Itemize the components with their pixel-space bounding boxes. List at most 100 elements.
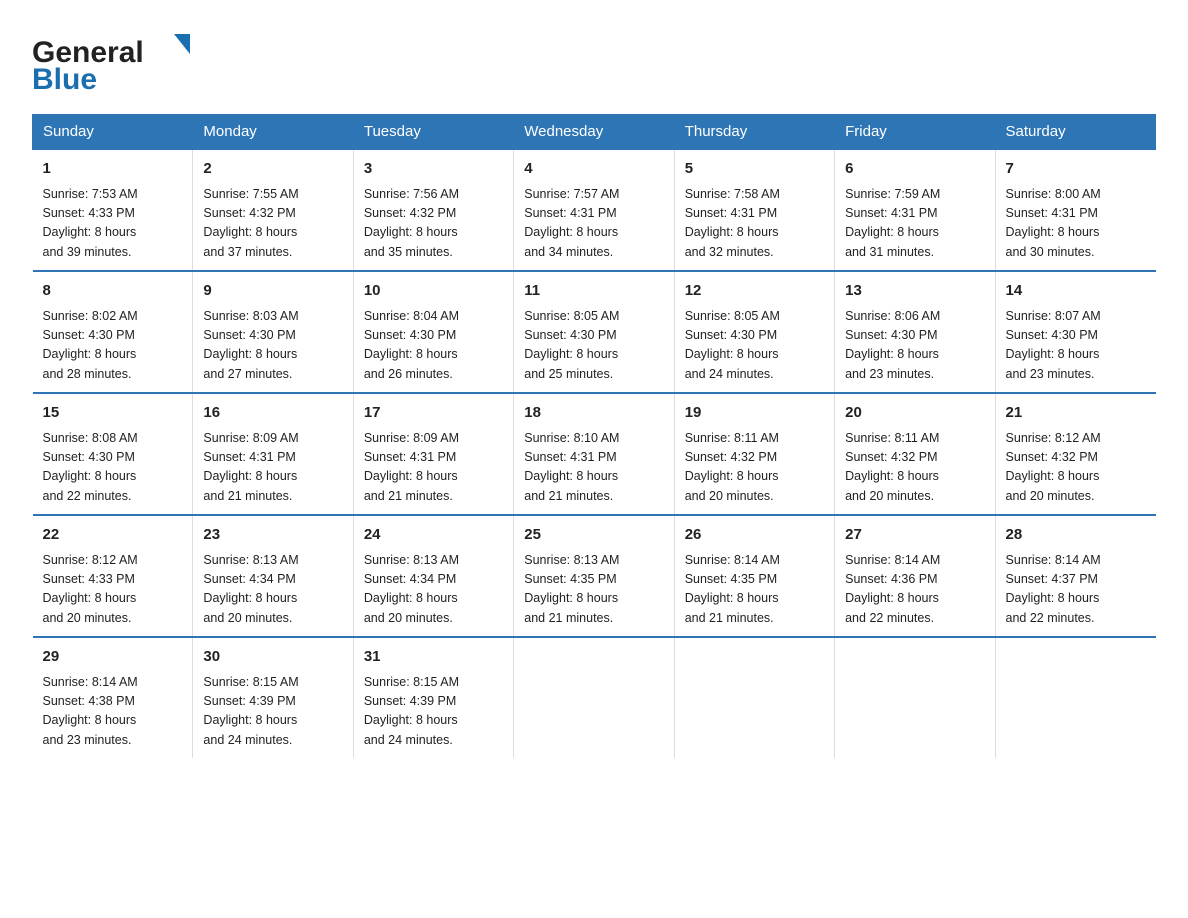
day-info: Sunrise: 8:09 AMSunset: 4:31 PMDaylight:…: [203, 429, 342, 507]
day-info: Sunrise: 8:05 AMSunset: 4:30 PMDaylight:…: [524, 307, 663, 385]
day-info: Sunrise: 7:53 AMSunset: 4:33 PMDaylight:…: [43, 185, 183, 263]
calendar-cell: 9 Sunrise: 8:03 AMSunset: 4:30 PMDayligh…: [193, 271, 353, 393]
day-info: Sunrise: 7:57 AMSunset: 4:31 PMDaylight:…: [524, 185, 663, 263]
calendar-week-2: 8 Sunrise: 8:02 AMSunset: 4:30 PMDayligh…: [33, 271, 1156, 393]
calendar-cell: 2 Sunrise: 7:55 AMSunset: 4:32 PMDayligh…: [193, 149, 353, 271]
calendar-cell: 3 Sunrise: 7:56 AMSunset: 4:32 PMDayligh…: [353, 149, 513, 271]
calendar-cell: [995, 637, 1155, 758]
calendar-cell: 24 Sunrise: 8:13 AMSunset: 4:34 PMDaylig…: [353, 515, 513, 637]
day-info: Sunrise: 8:11 AMSunset: 4:32 PMDaylight:…: [845, 429, 984, 507]
calendar-cell: 22 Sunrise: 8:12 AMSunset: 4:33 PMDaylig…: [33, 515, 193, 637]
day-number: 29: [43, 646, 183, 669]
calendar-cell: 15 Sunrise: 8:08 AMSunset: 4:30 PMDaylig…: [33, 393, 193, 515]
calendar-week-1: 1 Sunrise: 7:53 AMSunset: 4:33 PMDayligh…: [33, 149, 1156, 271]
day-number: 26: [685, 524, 824, 547]
day-info: Sunrise: 8:00 AMSunset: 4:31 PMDaylight:…: [1006, 185, 1146, 263]
day-number: 2: [203, 158, 342, 181]
day-number: 31: [364, 646, 503, 669]
day-info: Sunrise: 8:14 AMSunset: 4:38 PMDaylight:…: [43, 673, 183, 751]
day-info: Sunrise: 7:59 AMSunset: 4:31 PMDaylight:…: [845, 185, 984, 263]
day-info: Sunrise: 8:14 AMSunset: 4:36 PMDaylight:…: [845, 551, 984, 629]
day-number: 1: [43, 158, 183, 181]
day-number: 9: [203, 280, 342, 303]
calendar-cell: 4 Sunrise: 7:57 AMSunset: 4:31 PMDayligh…: [514, 149, 674, 271]
calendar-cell: 21 Sunrise: 8:12 AMSunset: 4:32 PMDaylig…: [995, 393, 1155, 515]
header-monday: Monday: [193, 115, 353, 150]
day-number: 6: [845, 158, 984, 181]
calendar-cell: 6 Sunrise: 7:59 AMSunset: 4:31 PMDayligh…: [835, 149, 995, 271]
calendar-cell: 23 Sunrise: 8:13 AMSunset: 4:34 PMDaylig…: [193, 515, 353, 637]
day-number: 7: [1006, 158, 1146, 181]
day-number: 27: [845, 524, 984, 547]
day-info: Sunrise: 8:06 AMSunset: 4:30 PMDaylight:…: [845, 307, 984, 385]
calendar-cell: 27 Sunrise: 8:14 AMSunset: 4:36 PMDaylig…: [835, 515, 995, 637]
day-number: 20: [845, 402, 984, 425]
day-info: Sunrise: 7:55 AMSunset: 4:32 PMDaylight:…: [203, 185, 342, 263]
day-info: Sunrise: 8:15 AMSunset: 4:39 PMDaylight:…: [364, 673, 503, 751]
day-number: 10: [364, 280, 503, 303]
calendar-cell: 26 Sunrise: 8:14 AMSunset: 4:35 PMDaylig…: [674, 515, 834, 637]
calendar-cell: 11 Sunrise: 8:05 AMSunset: 4:30 PMDaylig…: [514, 271, 674, 393]
day-number: 21: [1006, 402, 1146, 425]
calendar-cell: 16 Sunrise: 8:09 AMSunset: 4:31 PMDaylig…: [193, 393, 353, 515]
day-info: Sunrise: 8:12 AMSunset: 4:33 PMDaylight:…: [43, 551, 183, 629]
day-info: Sunrise: 8:15 AMSunset: 4:39 PMDaylight:…: [203, 673, 342, 751]
day-info: Sunrise: 8:08 AMSunset: 4:30 PMDaylight:…: [43, 429, 183, 507]
calendar-cell: 20 Sunrise: 8:11 AMSunset: 4:32 PMDaylig…: [835, 393, 995, 515]
day-info: Sunrise: 8:12 AMSunset: 4:32 PMDaylight:…: [1006, 429, 1146, 507]
calendar-cell: 10 Sunrise: 8:04 AMSunset: 4:30 PMDaylig…: [353, 271, 513, 393]
day-number: 4: [524, 158, 663, 181]
day-number: 19: [685, 402, 824, 425]
calendar-cell: 17 Sunrise: 8:09 AMSunset: 4:31 PMDaylig…: [353, 393, 513, 515]
day-info: Sunrise: 8:04 AMSunset: 4:30 PMDaylight:…: [364, 307, 503, 385]
day-info: Sunrise: 8:05 AMSunset: 4:30 PMDaylight:…: [685, 307, 824, 385]
calendar-week-5: 29 Sunrise: 8:14 AMSunset: 4:38 PMDaylig…: [33, 637, 1156, 758]
day-info: Sunrise: 8:14 AMSunset: 4:37 PMDaylight:…: [1006, 551, 1146, 629]
calendar-cell: 19 Sunrise: 8:11 AMSunset: 4:32 PMDaylig…: [674, 393, 834, 515]
day-info: Sunrise: 7:58 AMSunset: 4:31 PMDaylight:…: [685, 185, 824, 263]
day-info: Sunrise: 8:13 AMSunset: 4:35 PMDaylight:…: [524, 551, 663, 629]
day-number: 13: [845, 280, 984, 303]
calendar-cell: [674, 637, 834, 758]
calendar-cell: 30 Sunrise: 8:15 AMSunset: 4:39 PMDaylig…: [193, 637, 353, 758]
day-number: 5: [685, 158, 824, 181]
calendar-cell: 12 Sunrise: 8:05 AMSunset: 4:30 PMDaylig…: [674, 271, 834, 393]
day-number: 28: [1006, 524, 1146, 547]
day-number: 12: [685, 280, 824, 303]
day-number: 23: [203, 524, 342, 547]
calendar-cell: 14 Sunrise: 8:07 AMSunset: 4:30 PMDaylig…: [995, 271, 1155, 393]
day-number: 11: [524, 280, 663, 303]
header-thursday: Thursday: [674, 115, 834, 150]
day-info: Sunrise: 8:11 AMSunset: 4:32 PMDaylight:…: [685, 429, 824, 507]
calendar-cell: 18 Sunrise: 8:10 AMSunset: 4:31 PMDaylig…: [514, 393, 674, 515]
day-number: 8: [43, 280, 183, 303]
calendar-cell: 13 Sunrise: 8:06 AMSunset: 4:30 PMDaylig…: [835, 271, 995, 393]
day-number: 18: [524, 402, 663, 425]
day-info: Sunrise: 8:02 AMSunset: 4:30 PMDaylight:…: [43, 307, 183, 385]
page-header: General Blue: [32, 24, 1156, 94]
calendar-header-row: SundayMondayTuesdayWednesdayThursdayFrid…: [33, 115, 1156, 150]
day-number: 16: [203, 402, 342, 425]
calendar-cell: [835, 637, 995, 758]
calendar-cell: 1 Sunrise: 7:53 AMSunset: 4:33 PMDayligh…: [33, 149, 193, 271]
day-number: 22: [43, 524, 183, 547]
header-saturday: Saturday: [995, 115, 1155, 150]
day-number: 3: [364, 158, 503, 181]
day-info: Sunrise: 8:10 AMSunset: 4:31 PMDaylight:…: [524, 429, 663, 507]
svg-text:Blue: Blue: [32, 63, 97, 94]
day-info: Sunrise: 8:09 AMSunset: 4:31 PMDaylight:…: [364, 429, 503, 507]
calendar-cell: 31 Sunrise: 8:15 AMSunset: 4:39 PMDaylig…: [353, 637, 513, 758]
header-wednesday: Wednesday: [514, 115, 674, 150]
day-number: 24: [364, 524, 503, 547]
calendar-cell: 8 Sunrise: 8:02 AMSunset: 4:30 PMDayligh…: [33, 271, 193, 393]
calendar-cell: [514, 637, 674, 758]
day-number: 30: [203, 646, 342, 669]
day-info: Sunrise: 7:56 AMSunset: 4:32 PMDaylight:…: [364, 185, 503, 263]
calendar-table: SundayMondayTuesdayWednesdayThursdayFrid…: [32, 114, 1156, 758]
day-info: Sunrise: 8:07 AMSunset: 4:30 PMDaylight:…: [1006, 307, 1146, 385]
day-number: 15: [43, 402, 183, 425]
calendar-cell: 28 Sunrise: 8:14 AMSunset: 4:37 PMDaylig…: [995, 515, 1155, 637]
calendar-cell: 29 Sunrise: 8:14 AMSunset: 4:38 PMDaylig…: [33, 637, 193, 758]
calendar-cell: 5 Sunrise: 7:58 AMSunset: 4:31 PMDayligh…: [674, 149, 834, 271]
calendar-week-4: 22 Sunrise: 8:12 AMSunset: 4:33 PMDaylig…: [33, 515, 1156, 637]
